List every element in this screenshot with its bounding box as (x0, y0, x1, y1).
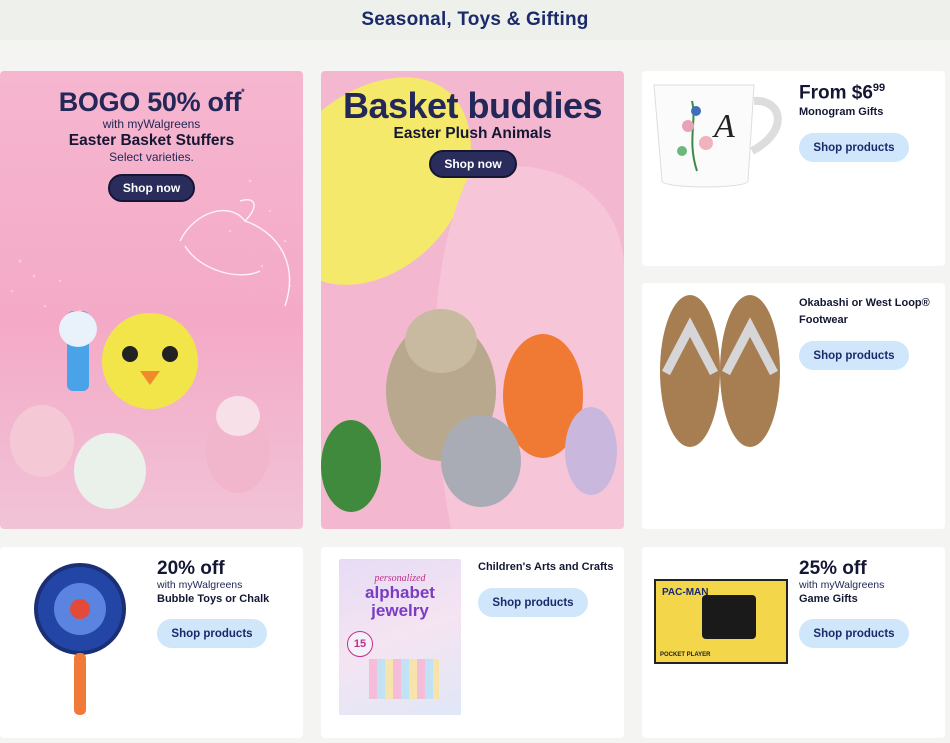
pacman-pocket-player-box: PAC-MAN POCKET PLAYER (654, 579, 788, 664)
with-mywalgreens-label: with myWalgreens (157, 579, 243, 591)
crafts-label: Children's Arts and Crafts (478, 561, 614, 573)
with-mywalgreens-label: with myWalgreens (799, 579, 885, 591)
basket-buddies-banner[interactable]: Basket buddies Easter Plush Animals Shop… (321, 71, 624, 529)
shop-products-button[interactable]: Shop products (478, 588, 588, 617)
bubbles-label: Bubble Toys or Chalk (157, 593, 270, 605)
shop-products-button[interactable]: Shop products (799, 133, 909, 162)
shop-products-button[interactable]: Shop products (799, 341, 909, 370)
banner-text-block: BOGO 50% off* with myWalgreens Easter Ba… (0, 87, 303, 164)
game-gifts-card[interactable]: PAC-MAN POCKET PLAYER 25% off with myWal… (642, 547, 945, 738)
with-mywalgreens-label: with myWalgreens (102, 117, 201, 131)
footwear-label: Okabashi or West Loop® Footwear (799, 297, 930, 326)
jewelry-kit-box: personalized alphabet jewelry 15 (339, 559, 461, 715)
monogram-gifts-card[interactable]: A From $699 Monogram Gifts Shop products (642, 71, 945, 266)
banner-subtitle: Easter Plush Animals (393, 125, 552, 142)
basket-buddies-headline: Basket buddies (342, 85, 603, 126)
monogram-price: From $699 (799, 82, 886, 104)
shop-now-button[interactable]: Shop now (429, 150, 517, 178)
section-header: Seasonal, Toys & Gifting (0, 0, 950, 40)
footwear-card[interactable]: Okabashi or West Loop® Footwear Shop pro… (642, 283, 945, 529)
bubble-wand-image (34, 563, 126, 715)
section-title: Seasonal, Toys & Gifting (361, 9, 589, 30)
game-offer: 25% off (799, 558, 867, 579)
banner-subtitle: Easter Basket Stuffers (68, 132, 235, 149)
game-label: Game Gifts (799, 593, 858, 605)
shop-products-button[interactable]: Shop products (157, 619, 267, 648)
sandals-image (660, 295, 780, 447)
bogo-headline: BOGO 50% off* (58, 87, 245, 117)
arts-crafts-card[interactable]: personalized alphabet jewelry 15 Childre… (321, 547, 624, 738)
monogram-mug-image: A (653, 84, 782, 188)
svg-text:A: A (712, 108, 735, 145)
bubble-toys-card[interactable]: 20% off with myWalgreens Bubble Toys or … (0, 547, 303, 738)
easter-basket-stuffers-banner[interactable]: BOGO 50% off* with myWalgreens Easter Ba… (0, 71, 303, 529)
banner-text-block: Basket buddies Easter Plush Animals (321, 85, 624, 143)
banner-note: Select varieties. (109, 150, 194, 164)
shop-now-button[interactable]: Shop now (108, 174, 195, 202)
shop-products-button[interactable]: Shop products (799, 619, 909, 648)
monogram-label: Monogram Gifts (799, 106, 884, 118)
bubbles-offer: 20% off (157, 558, 225, 579)
